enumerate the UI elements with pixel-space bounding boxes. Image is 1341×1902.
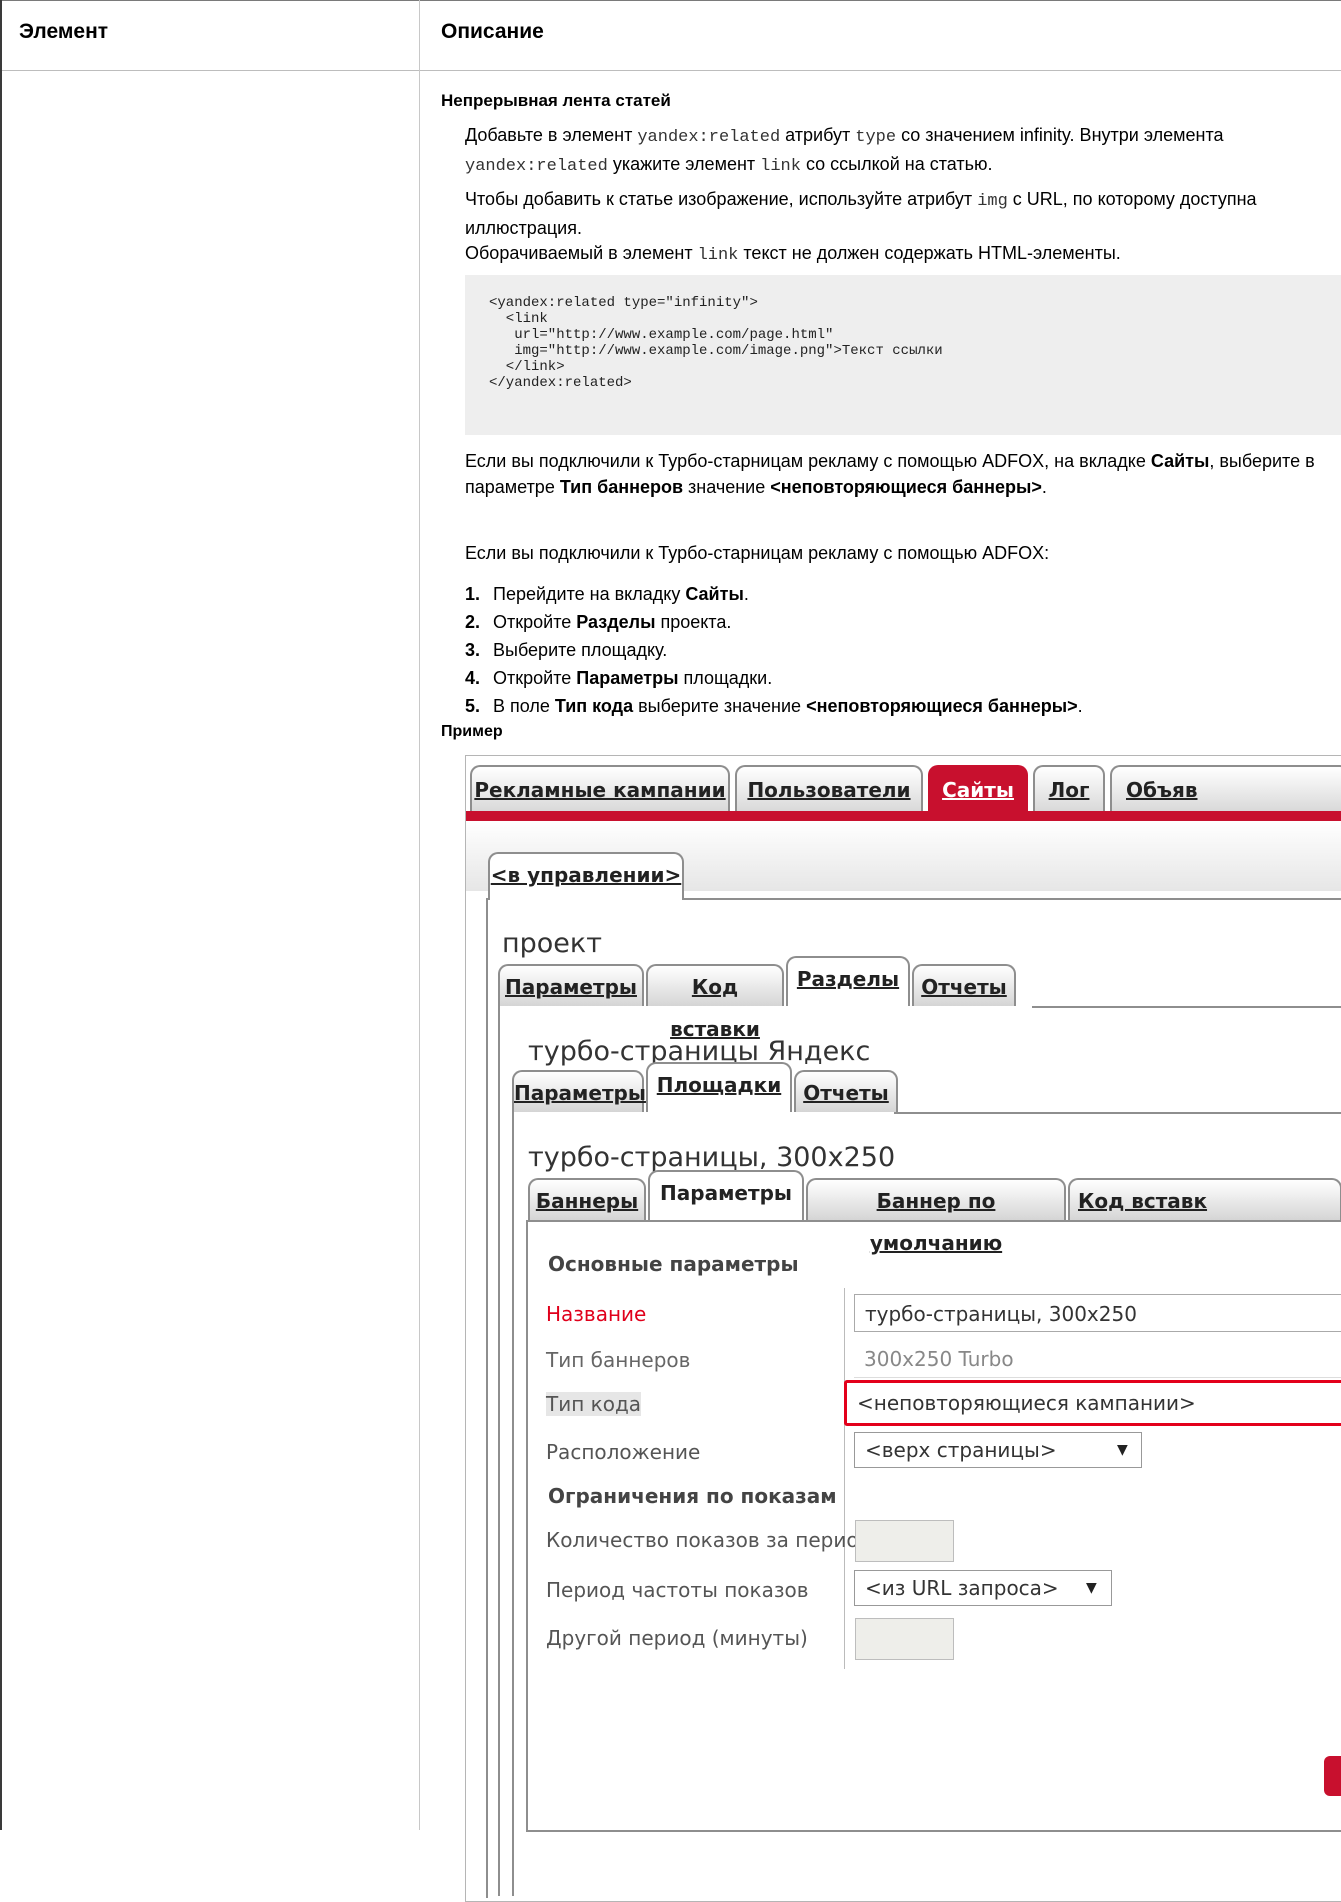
tab-project-sections[interactable]: Разделы	[786, 956, 910, 1006]
other-period-label: Другой период (минуты)	[546, 1626, 808, 1650]
count-label: Количество показов за период	[546, 1528, 873, 1552]
list-item: 1. Перейдите на вкладку Сайты.	[465, 584, 749, 604]
chevron-down-icon: ▼	[1117, 1442, 1128, 1458]
code-type-select[interactable]: <неповторяющиеся кампании>	[844, 1380, 1341, 1426]
paragraph: Если вы подключили к Турбо-старницам рек…	[465, 543, 1050, 563]
paragraph: Оборачиваемый в элемент link текст не до…	[465, 243, 1121, 265]
paragraph: Добавьте в элемент yandex:related атрибу…	[465, 125, 1224, 176]
divider	[486, 898, 488, 1898]
list-item: 3. Выберите площадку.	[465, 640, 668, 660]
divider	[0, 0, 1341, 1]
tab-project-code[interactable]: Код вставки	[646, 964, 784, 1041]
tab-place-default-banner[interactable]: Баннер по умолчанию	[806, 1178, 1066, 1255]
place-title: турбо-страницы, 300x250	[528, 1142, 896, 1173]
divider	[498, 1006, 500, 1896]
code-block: <yandex:related type="infinity"> <link u…	[465, 275, 1341, 435]
list-item: 5. В поле Тип кода выберите значение <неп…	[465, 696, 1083, 716]
count-field[interactable]	[855, 1520, 954, 1562]
list-item: 4. Откройте Параметры площадки.	[465, 668, 773, 688]
tab-project-reports[interactable]: Отчеты	[912, 964, 1016, 1006]
list-item: 2. Откройте Разделы проекта.	[465, 612, 732, 632]
tab-place-params[interactable]: Параметры	[648, 1170, 804, 1220]
section-title: Непрерывная лента статей	[441, 91, 671, 110]
divider	[526, 1830, 1341, 1832]
divider	[1032, 1006, 1341, 1008]
divider	[0, 0, 2, 1830]
column-header-element: Элемент	[19, 20, 109, 43]
banner-type-value: 300x250 Turbo	[854, 1340, 1341, 1378]
limits-header: Ограничения по показам	[548, 1484, 837, 1508]
tab-place-code[interactable]: Код вставк	[1068, 1178, 1341, 1220]
code-type-label: Тип кода	[546, 1392, 642, 1416]
period-select[interactable]: <из URL запроса>	[854, 1570, 1112, 1606]
basic-params-header: Основные параметры	[548, 1252, 799, 1276]
paragraph: Если вы подключили к Турбо-старницам рек…	[465, 451, 1315, 497]
tab-ads[interactable]: Объяв	[1110, 765, 1341, 811]
banner-type-label: Тип баннеров	[546, 1348, 691, 1372]
name-field[interactable]: турбо-страницы, 300x250	[854, 1294, 1341, 1332]
tab-sites[interactable]: Сайты	[928, 765, 1028, 811]
tab-section-params[interactable]: Параметры	[512, 1070, 646, 1112]
chevron-down-icon: ▼	[1086, 1580, 1097, 1596]
doc-table: Элемент Описание Непрерывная лента стате…	[0, 0, 1341, 1902]
steps-list: 1. Перейдите на вкладку Сайты. 2. Откройте…	[465, 580, 1083, 720]
column-header-description: Описание	[441, 20, 544, 43]
divider	[894, 1112, 1341, 1114]
other-period-field[interactable]	[855, 1618, 954, 1660]
tab-section-places[interactable]: Площадки	[646, 1062, 792, 1112]
divider	[419, 0, 420, 1830]
tab-project-params[interactable]: Параметры	[498, 964, 644, 1006]
divider	[0, 70, 1341, 71]
code-text: <yandex:related type="infinity"> <link u…	[489, 295, 943, 391]
location-select[interactable]: <верх страницы>	[854, 1432, 1142, 1468]
period-label: Период частоты показов	[546, 1578, 809, 1602]
tab-users[interactable]: Пользователи	[735, 765, 923, 811]
divider	[681, 898, 1341, 900]
example-screenshot: Рекламные кампании Пользователи Сайты Ло…	[465, 755, 1341, 1902]
location-label: Расположение	[546, 1440, 701, 1464]
example-label: Пример	[441, 723, 503, 740]
tab-managed[interactable]: <в управлении>	[488, 852, 684, 900]
tab-section-reports[interactable]: Отчеты	[794, 1070, 898, 1112]
tab-place-banners[interactable]: Баннеры	[528, 1178, 646, 1220]
project-title: проект	[502, 928, 602, 959]
divider	[512, 1112, 514, 1896]
name-label: Название	[546, 1302, 647, 1326]
paragraph: Чтобы добавить к статье изображение, исп…	[465, 189, 1257, 238]
tab-campaigns[interactable]: Рекламные кампании	[470, 765, 730, 811]
divider	[526, 1220, 528, 1832]
tab-log[interactable]: Лог	[1033, 765, 1105, 811]
save-button[interactable]	[1324, 1756, 1341, 1796]
